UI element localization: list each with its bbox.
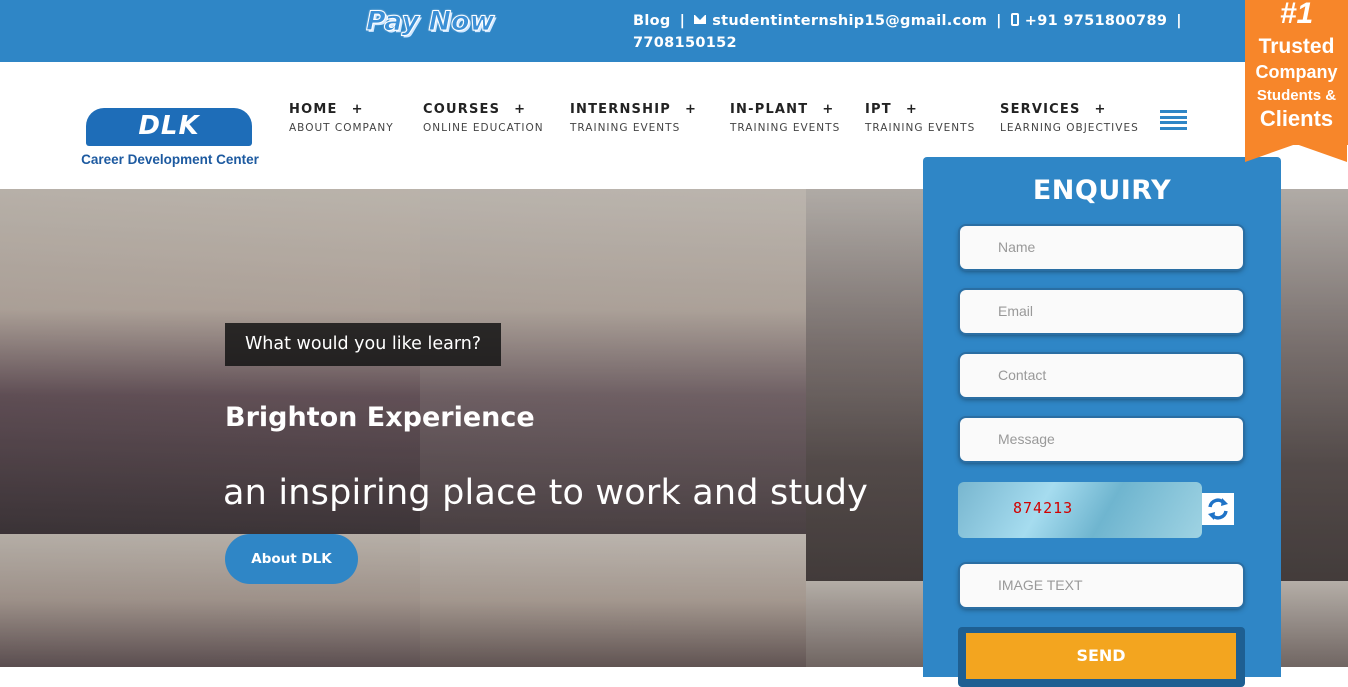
enquiry-title: ENQUIRY [1032, 175, 1172, 206]
badge-line4: Clients [1259, 106, 1334, 131]
image-text-field[interactable]: IMAGE TEXT [960, 564, 1243, 607]
pay-now-button[interactable]: Pay Now [366, 6, 496, 38]
contact-line: Blog | studentinternship15@gmail.com | +91 9… [633, 12, 1182, 51]
phone-1[interactable]: +91 9751800789 [1025, 13, 1167, 29]
badge-rank: #1 [1279, 0, 1314, 30]
mail-icon [694, 14, 707, 24]
logo-subtitle: Career Development Center [81, 152, 259, 167]
badge-line3: Students & [1256, 87, 1337, 104]
logo-mark: DLK [138, 111, 200, 141]
name-field[interactable]: Name [960, 226, 1243, 269]
dlk-logo[interactable]: DLK Career Development Center [76, 108, 264, 170]
hero-tagline: an inspiring place to work and study [223, 473, 869, 513]
phone-icon [1010, 12, 1019, 26]
email-field[interactable]: Email [960, 290, 1243, 333]
captcha-image: 874213 [958, 482, 1202, 538]
nav-item-internship[interactable]: INTERNSHIP + TRAINING EVENTS [570, 102, 697, 134]
trusted-company-badge: #1 Trusted Company Students & Clients [1245, 0, 1348, 162]
nav-item-in-plant[interactable]: IN-PLANT + TRAINING EVENTS [730, 102, 840, 134]
nav-item-courses[interactable]: COURSES + ONLINE EDUCATION [423, 102, 544, 134]
message-field[interactable]: Message [960, 418, 1243, 461]
captcha-code: 874213 [1013, 499, 1074, 517]
about-dlk-button[interactable]: About DLK [225, 534, 358, 584]
send-button-frame: SEND [958, 627, 1245, 687]
send-button[interactable]: SEND [966, 633, 1236, 679]
phone-2[interactable]: 7708150152 [633, 35, 737, 51]
hero-question: What would you like learn? [225, 323, 502, 366]
badge-line2: Company [1255, 62, 1338, 82]
enquiry-form: ENQUIRY Name Email Contact Message 87421… [923, 157, 1281, 687]
menu-icon[interactable] [1160, 110, 1187, 132]
nav-item-home[interactable]: HOME + ABOUT COMPANY [289, 102, 394, 134]
hero-title: Brighton Experience [225, 402, 535, 433]
badge-line1: Trusted [1258, 35, 1335, 58]
nav-item-services[interactable]: SERVICES + LEARNING OBJECTIVES [1000, 102, 1139, 134]
contact-field[interactable]: Contact [960, 354, 1243, 397]
refresh-captcha-icon[interactable] [1202, 493, 1234, 525]
nav-item-ipt[interactable]: IPT + TRAINING EVENTS [865, 102, 975, 134]
blog-link[interactable]: Blog [633, 13, 671, 29]
email-link[interactable]: studentinternship15@gmail.com [712, 13, 987, 29]
top-bar: Pay Now Blog | studentinternship15@gmail.c… [0, 0, 1348, 62]
